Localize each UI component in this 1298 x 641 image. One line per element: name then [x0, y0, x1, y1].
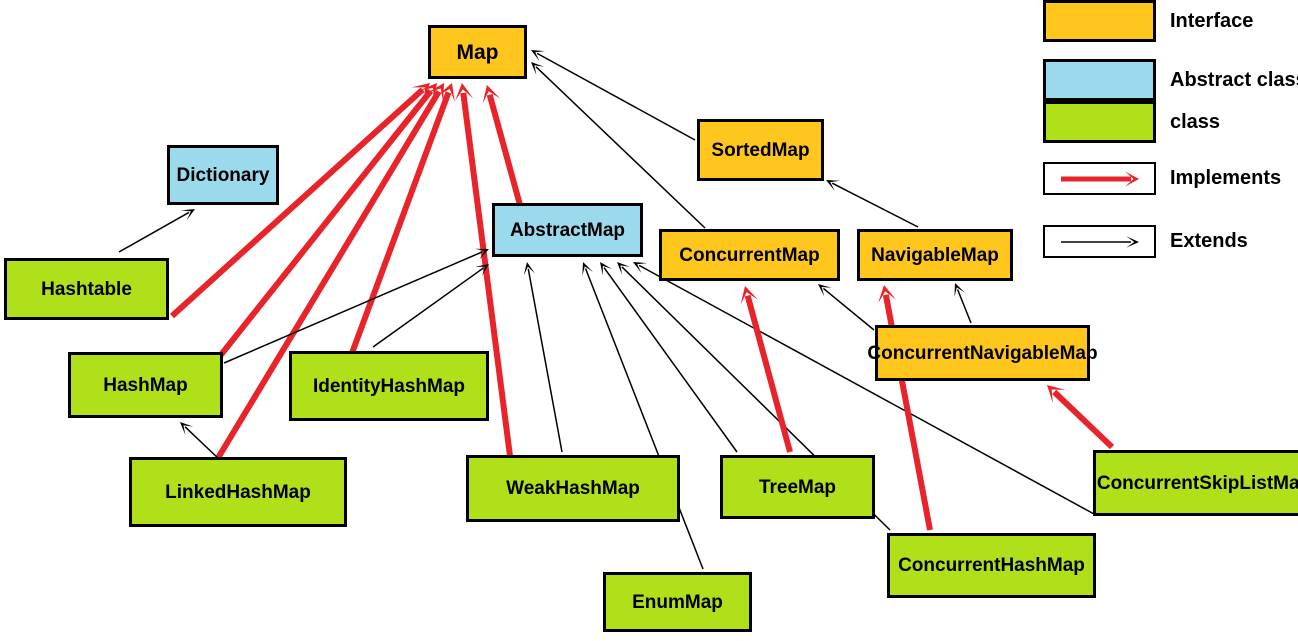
node-label: IdentityHashMap	[312, 375, 466, 397]
edge-extends-sortedmap-to-map	[531, 50, 696, 141]
edge-implements-concurrentskiplistmap-to-concurrentnavigablemap	[1047, 385, 1115, 450]
legend-swatch-class	[1043, 101, 1156, 143]
node-label: HashMap	[103, 374, 188, 396]
legend-label: Extends	[1170, 230, 1248, 252]
node-label: TreeMap	[758, 476, 837, 498]
node-label: WeakHashMap	[506, 478, 640, 499]
node-map[interactable]: Map	[428, 25, 527, 79]
legend-label: class	[1170, 110, 1221, 133]
node-concurrentnavigablemap[interactable]: ConcurrentNavigableMap	[867, 325, 1098, 381]
edge-extends-linkedhashmap-to-hashmap	[180, 422, 221, 461]
node-label: ConcurrentNavigableMap	[867, 342, 1098, 364]
node-label: SortedMap	[711, 139, 810, 161]
node-treemap[interactable]: TreeMap	[720, 455, 875, 519]
legend-row-abstract_class: Abstract class	[1043, 59, 1298, 101]
legend-swatch-interface	[1043, 0, 1156, 42]
node-label: Hashtable	[41, 278, 132, 300]
edge-extends-concurrentnavigablemap-to-navigablemap	[954, 283, 972, 324]
node-enummap[interactable]: EnumMap	[603, 572, 752, 632]
edge-extends-hashtable-to-dictionary	[118, 209, 195, 253]
legend-arrow-icon-extends	[1061, 236, 1139, 248]
legend-label: Implements	[1170, 167, 1282, 189]
node-abstractmap[interactable]: AbstractMap	[492, 203, 643, 257]
edge-extends-enummap-to-abstractmap	[582, 262, 704, 570]
legend-row-implements: Implements	[1043, 162, 1281, 195]
legend: Interface Abstract class class Implements Ex…	[1040, 0, 1298, 262]
edge-extends-concurrentnavigablemap-to-concurrentmap	[818, 284, 875, 331]
class-diagram-canvas: Map Dictionary AbstractMap SortedMap Concurr…	[0, 0, 1298, 641]
node-sortedmap[interactable]: SortedMap	[697, 119, 824, 181]
node-navigablemap[interactable]: NavigableMap	[857, 229, 1013, 281]
legend-row-extends: Extends	[1043, 225, 1248, 258]
node-label: Dictionary	[176, 164, 270, 186]
legend-label: Interface	[1170, 9, 1254, 32]
legend-label: Abstract class	[1170, 68, 1298, 91]
legend-arrowbox-extends	[1043, 225, 1156, 258]
node-label: LinkedHashMap	[165, 481, 311, 503]
legend-row-class: class	[1043, 101, 1220, 143]
edge-implements-treemap-to-concurrentmap	[740, 286, 793, 453]
legend-arrowbox-implements	[1043, 162, 1156, 195]
legend-arrow-icon-implements	[1061, 171, 1139, 187]
node-hashtable[interactable]: Hashtable	[4, 258, 169, 320]
edge-extends-navigablemap-to-sortedmap	[826, 180, 919, 228]
node-label: ConcurrentMap	[679, 244, 820, 266]
node-label: ConcurrentSkipListMap	[1096, 472, 1298, 494]
node-label: AbstractMap	[509, 219, 626, 241]
legend-swatch-abstract_class	[1043, 59, 1156, 101]
node-hashmap[interactable]: HashMap	[68, 352, 223, 418]
node-identityhashmap[interactable]: IdentityHashMap	[289, 351, 489, 421]
edge-implements-abstractmap-to-map	[482, 85, 523, 206]
node-label: EnumMap	[632, 591, 723, 613]
node-dictionary[interactable]: Dictionary	[167, 145, 279, 205]
node-concurrentskiplistmap[interactable]: ConcurrentSkipListMap	[1093, 450, 1298, 516]
edge-extends-identityhashmap-to-abstractmap	[372, 264, 489, 348]
node-concurrentmap[interactable]: ConcurrentMap	[659, 229, 840, 281]
node-label: Map	[456, 40, 499, 64]
node-weakhashmap[interactable]: WeakHashMap	[466, 455, 680, 522]
edge-implements-concurrenthashmap-to-navigablemap	[878, 285, 933, 531]
edge-extends-weakhashmap-to-abstractmap	[523, 262, 563, 453]
legend-row-interface: Interface	[1043, 0, 1253, 42]
node-label: NavigableMap	[871, 244, 999, 266]
node-concurrenthashmap[interactable]: ConcurrentHashMap	[887, 533, 1096, 598]
node-label: ConcurrentHashMap	[898, 555, 1085, 576]
node-linkedhashmap[interactable]: LinkedHashMap	[129, 457, 347, 527]
